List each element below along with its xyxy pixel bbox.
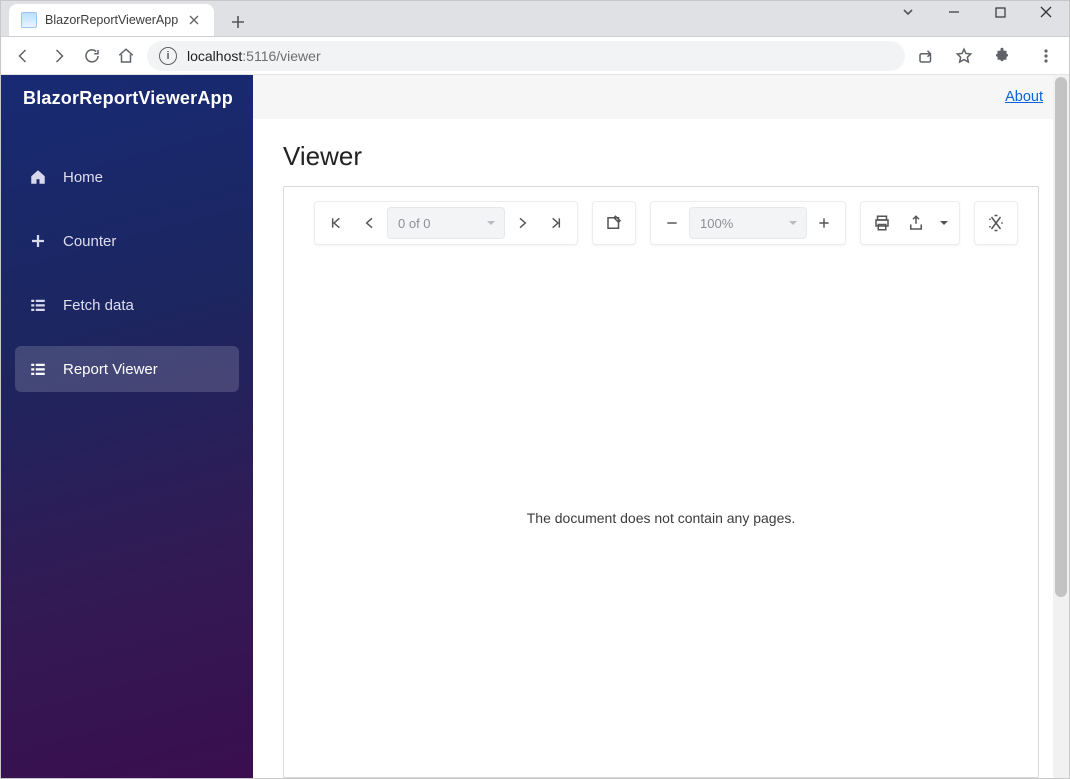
nav-forward-button[interactable] [45,43,71,69]
pagination-group: 0 of 0 [314,201,578,245]
app-root: BlazorReportViewerApp Home Counter [1,75,1069,778]
tab-title: BlazorReportViewerApp [45,13,178,27]
sidebar: BlazorReportViewerApp Home Counter [1,75,253,778]
sidebar-nav: Home Counter Fetch data [1,124,253,392]
url-host: localhost [187,48,242,64]
plus-icon [29,232,47,250]
about-link[interactable]: About [1005,89,1043,105]
window-close-button[interactable] [1023,0,1069,27]
list-icon [29,296,47,314]
highlight-group [592,201,636,245]
zoom-out-button[interactable] [655,206,689,240]
share-icon[interactable] [913,43,939,69]
home-icon [29,168,47,186]
url-bar[interactable]: i localhost:5116/viewer [147,41,905,71]
highlight-fields-button[interactable] [597,206,631,240]
nav-back-button[interactable] [11,43,37,69]
zoom-value: 100% [700,216,733,231]
window-maximize-button[interactable] [977,0,1023,27]
zoom-selector[interactable]: 100% [689,207,807,239]
vertical-scrollbar[interactable] [1053,75,1069,778]
zoom-in-button[interactable] [807,206,841,240]
tab-search-button[interactable] [885,0,931,27]
sidebar-item-report-viewer[interactable]: Report Viewer [15,346,239,392]
search-button[interactable] [979,206,1013,240]
browser-menu-icon[interactable] [1033,43,1059,69]
viewer-canvas: The document does not contain any pages. [284,259,1038,777]
window-minimize-button[interactable] [931,0,977,27]
browser-tab[interactable]: BlazorReportViewerApp [9,4,214,36]
main-area: About Viewer 0 o [253,75,1069,778]
export-group [860,201,960,245]
last-page-button[interactable] [539,206,573,240]
site-info-icon[interactable]: i [159,47,177,65]
export-button[interactable] [899,206,933,240]
report-viewer: 0 of 0 [283,186,1039,778]
url-path: /viewer [276,48,320,64]
app-brand: BlazorReportViewerApp [1,75,253,124]
url-port: :5116 [242,48,276,64]
empty-state-message: The document does not contain any pages. [527,510,796,526]
scrollbar-thumb[interactable] [1055,77,1067,597]
chevron-down-icon [486,218,496,228]
browser-window: BlazorReportViewerApp [0,0,1070,779]
nav-home-button[interactable] [113,43,139,69]
print-button[interactable] [865,206,899,240]
sidebar-item-fetch-data[interactable]: Fetch data [15,282,239,328]
first-page-button[interactable] [319,206,353,240]
browser-address-bar: i localhost:5116/viewer [1,37,1069,75]
tab-favicon [21,12,37,28]
page-selector-value: 0 of 0 [398,216,431,231]
page-title: Viewer [283,141,1039,172]
extensions-icon[interactable] [989,43,1015,69]
sidebar-item-label: Home [63,169,103,186]
chevron-down-icon [788,218,798,228]
search-group [974,201,1018,245]
new-tab-button[interactable] [224,8,252,36]
sidebar-item-counter[interactable]: Counter [15,218,239,264]
browser-tab-strip: BlazorReportViewerApp [1,1,1069,37]
bookmark-star-icon[interactable] [951,43,977,69]
next-page-button[interactable] [505,206,539,240]
list-icon [29,360,47,378]
top-bar: About [253,75,1069,119]
export-dropdown-button[interactable] [933,206,955,240]
sidebar-item-label: Fetch data [63,297,134,314]
sidebar-item-label: Report Viewer [63,361,158,378]
sidebar-item-home[interactable]: Home [15,154,239,200]
zoom-group: 100% [650,201,846,245]
prev-page-button[interactable] [353,206,387,240]
sidebar-item-label: Counter [63,233,116,250]
page-selector[interactable]: 0 of 0 [387,207,505,239]
viewer-toolbar: 0 of 0 [284,187,1038,259]
window-controls [885,0,1069,27]
close-tab-icon[interactable] [186,12,202,28]
page-content: Viewer 0 of 0 [253,119,1069,778]
nav-reload-button[interactable] [79,43,105,69]
